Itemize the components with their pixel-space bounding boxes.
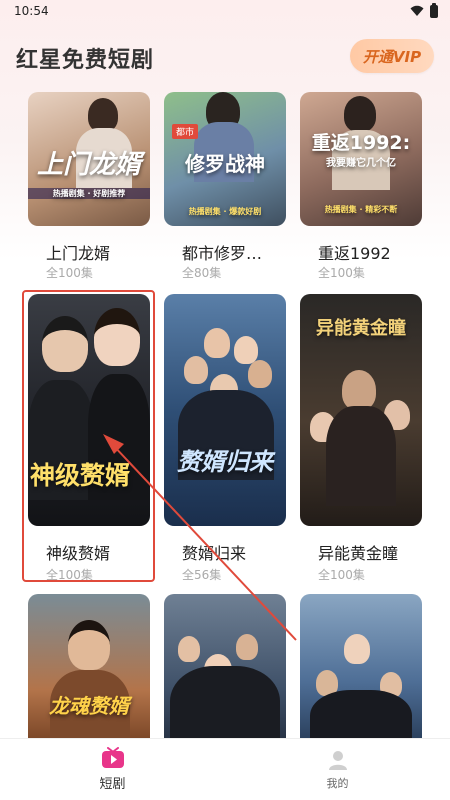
- drama-poster[interactable]: [300, 594, 422, 738]
- drama-episodes: 全100集: [318, 568, 365, 582]
- poster-title: 龙魂赘婿: [49, 694, 129, 718]
- poster-title: 修罗战神: [185, 152, 265, 176]
- drama-episodes: 全80集: [182, 266, 222, 280]
- app-title: 红星免费短剧: [16, 48, 155, 73]
- poster-subtitle: 我要赚它几个亿: [326, 158, 396, 169]
- tab-mine[interactable]: 我的: [225, 739, 450, 800]
- status-time: 10:54: [14, 4, 49, 18]
- highlight-box: [22, 290, 155, 582]
- drama-poster[interactable]: 重返1992: 我要赚它几个亿 热播剧集 · 精彩不断: [300, 92, 422, 226]
- poster-title: 异能黄金瞳: [316, 318, 406, 339]
- poster-caption: 热播剧集 · 好剧推荐: [28, 188, 150, 199]
- drama-title: 重返1992: [318, 244, 391, 263]
- tab-mine-label: 我的: [326, 776, 349, 790]
- poster-tag: 都市: [172, 124, 199, 139]
- drama-title: 赘婿归来: [182, 544, 247, 563]
- user-icon: [328, 750, 347, 770]
- tab-drama[interactable]: 短剧: [0, 739, 225, 800]
- poster-title: 赘婿归来: [177, 448, 273, 476]
- bottom-nav: 短剧 我的: [0, 738, 450, 800]
- status-bar: 10:54: [0, 0, 450, 22]
- drama-poster[interactable]: 都市 修罗战神 热播剧集 · 爆款好剧: [164, 92, 286, 226]
- status-icons: [410, 2, 438, 18]
- app-header: 红星免费短剧 开通VIP: [0, 36, 450, 80]
- play-icon: [101, 747, 124, 768]
- poster-title: 重返1992:: [311, 132, 411, 154]
- drama-title: 上门龙婿: [46, 244, 111, 263]
- wifi-icon: [410, 5, 424, 16]
- poster-caption: 热播剧集 · 精彩不断: [324, 205, 398, 214]
- drama-poster[interactable]: 赘婿归来: [164, 294, 286, 526]
- tab-drama-label: 短剧: [99, 777, 126, 792]
- drama-title: 异能黄金瞳: [318, 544, 399, 563]
- drama-poster[interactable]: 龙魂赘婿: [28, 594, 150, 738]
- drama-episodes: 全100集: [318, 266, 365, 280]
- poster-title: 上门龙婿: [36, 150, 141, 180]
- battery-icon: [430, 2, 438, 18]
- drama-poster[interactable]: [164, 594, 286, 738]
- drama-poster[interactable]: 上门龙婿 热播剧集 · 好剧推荐: [28, 92, 150, 226]
- poster-caption: 热播剧集 · 爆款好剧: [188, 207, 262, 216]
- drama-title: 都市修罗…: [182, 244, 263, 263]
- drama-episodes: 全56集: [182, 568, 222, 582]
- vip-button[interactable]: 开通VIP: [350, 39, 434, 73]
- drama-episodes: 全100集: [46, 266, 93, 280]
- drama-poster[interactable]: 异能黄金瞳: [300, 294, 422, 526]
